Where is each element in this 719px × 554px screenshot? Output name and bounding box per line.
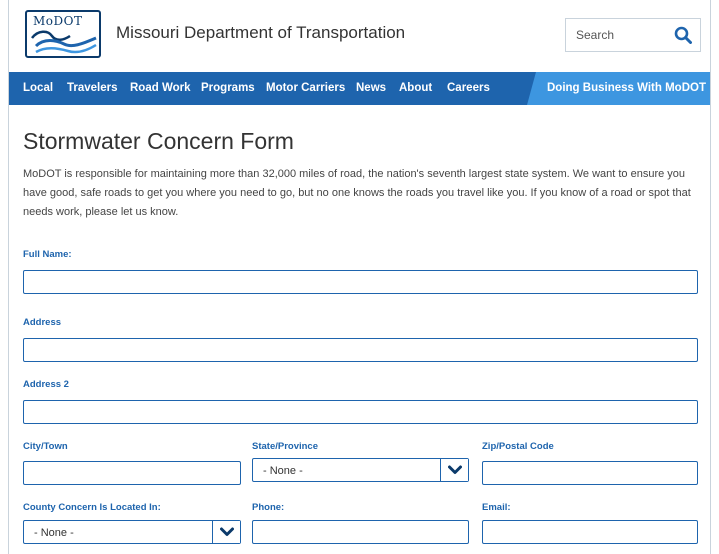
nav-item-doing-business[interactable]: Doing Business With MoDOT bbox=[527, 72, 710, 105]
phone-input[interactable] bbox=[253, 521, 468, 543]
address2-input[interactable] bbox=[24, 401, 697, 423]
phone-field bbox=[252, 520, 469, 544]
county-label: County Concern Is Located In: bbox=[23, 502, 161, 513]
modot-logo[interactable]: MoDOT bbox=[25, 10, 101, 58]
address-label: Address bbox=[23, 317, 62, 328]
address-field bbox=[23, 338, 698, 362]
site-title[interactable]: Missouri Department of Transportation bbox=[116, 23, 405, 43]
search-icon[interactable] bbox=[674, 26, 692, 44]
state-select-value: - None - bbox=[263, 465, 303, 477]
page-frame: MoDOT Missouri Department of Transportat… bbox=[8, 0, 711, 554]
nav-item-local[interactable]: Local bbox=[23, 72, 53, 105]
full-name-label: Full Name: bbox=[23, 249, 72, 260]
chevron-down-icon bbox=[220, 527, 234, 536]
site-header: MoDOT Missouri Department of Transportat… bbox=[9, 0, 710, 72]
full-name-input[interactable] bbox=[24, 271, 697, 293]
intro-text: MoDOT is responsible for maintaining mor… bbox=[23, 168, 691, 218]
state-label: State/Province bbox=[252, 441, 318, 452]
search-box bbox=[565, 18, 701, 52]
logo-text: MoDOT bbox=[33, 14, 83, 28]
state-select-button[interactable] bbox=[440, 459, 468, 481]
city-label: City/Town bbox=[23, 441, 68, 452]
search-input[interactable] bbox=[566, 19, 670, 51]
nav-item-road-work[interactable]: Road Work bbox=[130, 72, 191, 105]
address2-label: Address 2 bbox=[23, 379, 69, 390]
address2-field bbox=[23, 400, 698, 424]
city-field bbox=[23, 461, 241, 485]
address-input[interactable] bbox=[24, 339, 697, 361]
phone-label: Phone: bbox=[252, 502, 285, 513]
email-field bbox=[482, 520, 698, 544]
page-title: Stormwater Concern Form bbox=[23, 128, 294, 154]
county-select-button[interactable] bbox=[212, 521, 240, 543]
nav-item-news[interactable]: News bbox=[356, 72, 386, 105]
nav-item-about[interactable]: About bbox=[399, 72, 432, 105]
email-input[interactable] bbox=[483, 521, 697, 543]
nav-item-careers[interactable]: Careers bbox=[447, 72, 490, 105]
email-label: Email: bbox=[482, 502, 511, 513]
chevron-down-icon bbox=[448, 465, 462, 474]
zip-field bbox=[482, 461, 698, 485]
zip-input[interactable] bbox=[483, 462, 697, 484]
full-name-field bbox=[23, 270, 698, 294]
zip-label: Zip/Postal Code bbox=[482, 441, 554, 452]
nav-business-label: Doing Business With MoDOT bbox=[547, 82, 706, 94]
county-select[interactable]: - None - bbox=[23, 520, 241, 544]
state-select[interactable]: - None - bbox=[252, 458, 469, 482]
nav-item-motor-carriers[interactable]: Motor Carriers bbox=[266, 72, 345, 105]
logo-waves-icon bbox=[31, 30, 97, 54]
nav-item-programs[interactable]: Programs bbox=[201, 72, 255, 105]
nav-item-travelers[interactable]: Travelers bbox=[67, 72, 118, 105]
county-select-value: - None - bbox=[34, 527, 74, 539]
city-input[interactable] bbox=[24, 462, 240, 484]
